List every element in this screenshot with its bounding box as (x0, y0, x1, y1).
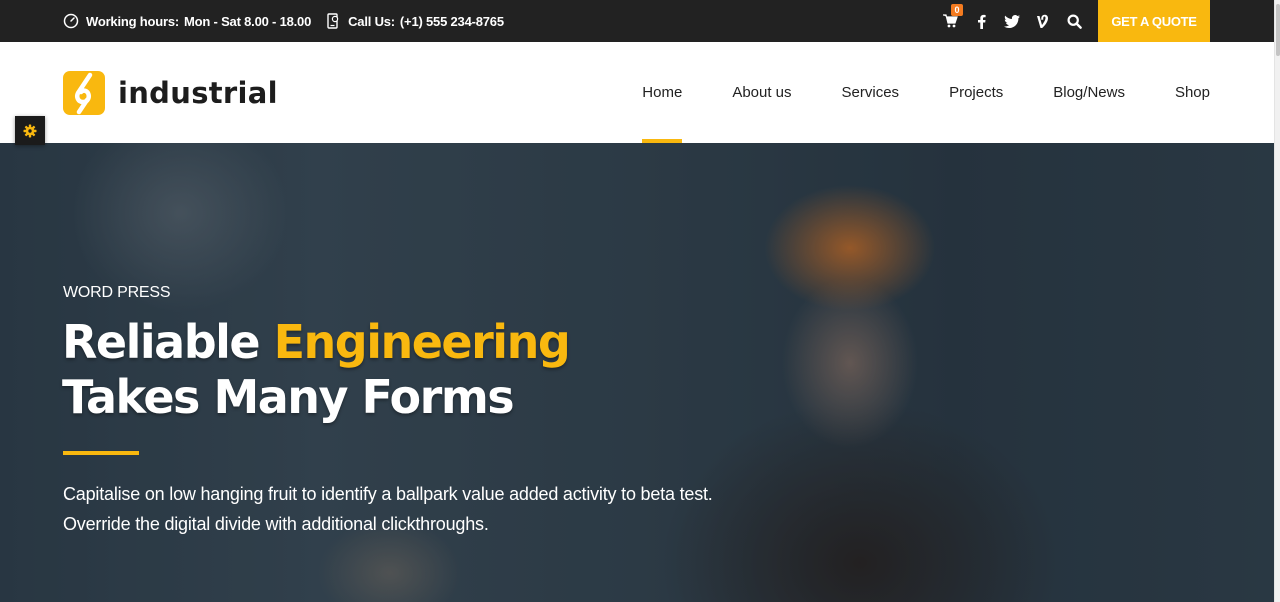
hero-description-line1: Capitalise on low hanging fruit to ident… (63, 484, 713, 504)
twitter-icon[interactable] (1004, 13, 1020, 29)
main-nav: Home About us Services Projects Blog/New… (592, 42, 1210, 143)
main-header: industrial Home About us Services Projec… (0, 42, 1274, 143)
hero-title: Reliable Engineering Takes Many Forms (62, 315, 571, 425)
facebook-icon[interactable] (973, 13, 989, 29)
nav-item-blog-news[interactable]: Blog/News (1053, 42, 1125, 143)
vine-icon[interactable] (1035, 13, 1051, 29)
hero-divider (63, 451, 139, 455)
call-us-label: Call Us: (348, 13, 395, 29)
site-logo[interactable]: industrial (63, 71, 278, 115)
logo-mark-icon (63, 71, 105, 115)
nav-item-about-us[interactable]: About us (732, 42, 791, 143)
nav-item-home[interactable]: Home (642, 42, 683, 143)
working-hours: Working hours: Mon - Sat 8.00 - 18.00 (63, 13, 311, 29)
hero-title-plain: Reliable (62, 315, 274, 369)
page-scrollbar[interactable] (1274, 0, 1280, 602)
hero-description-line2: Override the digital divide with additio… (63, 514, 489, 534)
gear-icon (23, 124, 37, 137)
contact-info: Working hours: Mon - Sat 8.00 - 18.00 Ca… (63, 0, 518, 42)
top-bar-actions: 0 GET A QUOTE (942, 0, 1210, 42)
working-hours-value: Mon - Sat 8.00 - 18.00 (184, 13, 312, 29)
hero-slider: WORD PRESS Reliable Engineering Takes Ma… (0, 143, 1274, 602)
hero-title-line2: Takes Many Forms (62, 370, 515, 424)
get-a-quote-button[interactable]: GET A QUOTE (1098, 0, 1210, 42)
cart-count-badge: 0 (951, 4, 963, 16)
working-hours-label: Working hours: (86, 13, 180, 29)
nav-item-services[interactable]: Services (842, 42, 900, 143)
nav-item-projects[interactable]: Projects (949, 42, 1003, 143)
hero-description: Capitalise on low hanging fruit to ident… (63, 479, 713, 539)
phone-number[interactable]: (+1) 555 234-8765 (400, 14, 504, 29)
hero-kicker: WORD PRESS (63, 284, 171, 301)
call-us: Call Us: (+1) 555 234-8765 (325, 13, 504, 29)
nav-item-shop[interactable]: Shop (1175, 42, 1210, 143)
hero-title-highlight: Engineering (273, 315, 571, 369)
clock-icon (63, 13, 79, 29)
logo-text: industrial (118, 76, 278, 110)
scrollbar-thumb[interactable] (1276, 4, 1280, 56)
settings-panel-toggle[interactable] (15, 116, 45, 145)
cart-icon[interactable]: 0 (942, 4, 963, 29)
top-bar: Working hours: Mon - Sat 8.00 - 18.00 Ca… (0, 0, 1274, 42)
search-icon[interactable] (1066, 13, 1082, 29)
phone-icon (325, 13, 341, 29)
